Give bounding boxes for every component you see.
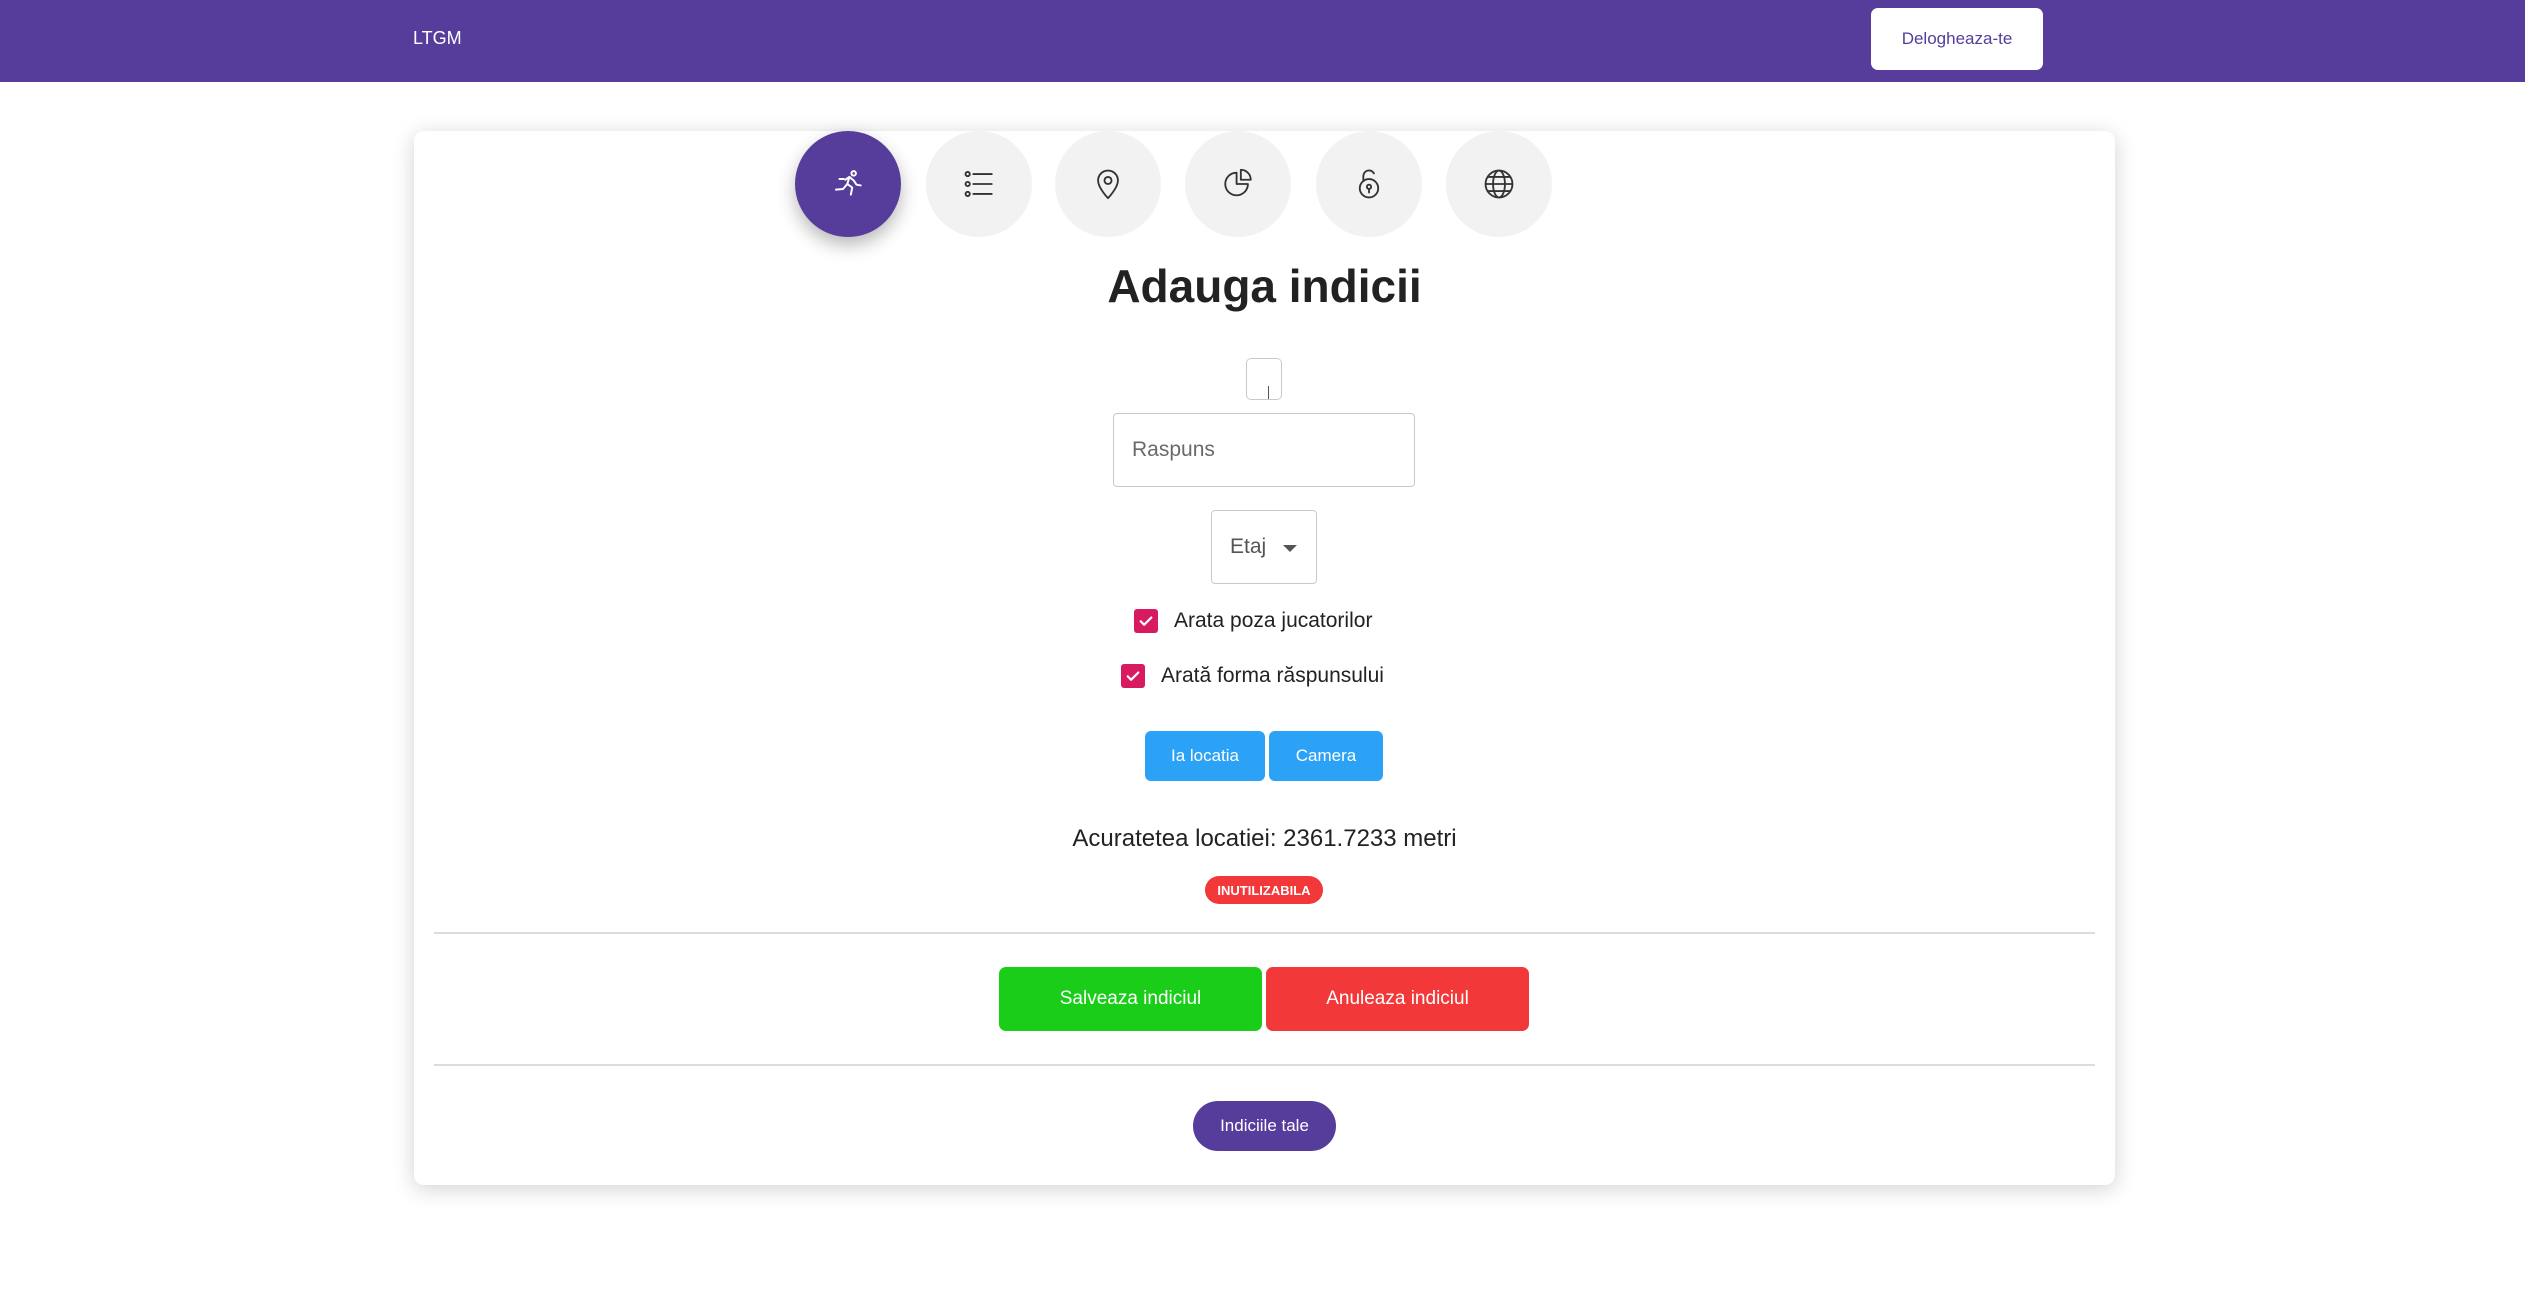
show-answer-form-option[interactable]: Arată forma răspunsului: [1121, 664, 1384, 688]
tab-unlock[interactable]: [1316, 131, 1422, 237]
checkmark-icon: [1139, 616, 1153, 626]
dropdown-arrow-icon: [1283, 545, 1297, 552]
tab-statistics[interactable]: [1185, 131, 1291, 237]
status-badge: INUTILIZABILA: [1205, 876, 1323, 904]
floor-select-label: Etaj: [1230, 535, 1267, 558]
map-pin-icon: [1097, 169, 1119, 200]
divider: [434, 1064, 2095, 1066]
floor-select[interactable]: Etaj: [1211, 510, 1317, 584]
location-accuracy-text: Acuratetea locatiei: 2361.7233 metri: [1072, 825, 1457, 852]
tab-global[interactable]: [1446, 131, 1552, 237]
top-navbar: LTGM Delogheaza-te: [0, 0, 2525, 82]
clue-photo-input[interactable]: [1246, 358, 1282, 400]
tab-locations[interactable]: [1055, 131, 1161, 237]
logout-button[interactable]: Delogheaza-te: [1871, 8, 2043, 70]
tab-add-clue[interactable]: [795, 131, 901, 237]
save-clue-button[interactable]: Salveaza indiciul: [999, 967, 1262, 1031]
add-clue-card: Adauga indicii Etaj Arata poza jucatoril…: [414, 131, 2115, 1185]
show-photo-label: Arata poza jucatorilor: [1174, 609, 1373, 632]
show-photo-checkbox[interactable]: [1134, 609, 1158, 633]
brand-logo[interactable]: LTGM: [413, 28, 462, 49]
camera-button[interactable]: Camera: [1269, 731, 1383, 781]
show-photo-option[interactable]: Arata poza jucatorilor: [1134, 609, 1372, 633]
tab-clue-list[interactable]: [926, 131, 1032, 237]
globe-icon: [1484, 169, 1514, 199]
divider: [434, 932, 2095, 934]
my-clues-button[interactable]: Indiciile tale: [1193, 1101, 1336, 1151]
list-icon: [964, 171, 993, 197]
page-title: Adauga indicii: [1107, 260, 1422, 312]
cancel-clue-button[interactable]: Anuleaza indiciul: [1266, 967, 1529, 1031]
running-person-icon: [834, 170, 862, 196]
section-tabs: [414, 131, 2115, 237]
show-answer-form-label: Arată forma răspunsului: [1161, 664, 1384, 687]
pie-chart-icon: [1224, 168, 1252, 197]
take-location-button[interactable]: Ia locatia: [1145, 731, 1265, 781]
answer-input[interactable]: [1113, 413, 1415, 487]
checkmark-icon: [1126, 671, 1140, 681]
unlock-icon: [1358, 169, 1380, 199]
show-answer-form-checkbox[interactable]: [1121, 664, 1145, 688]
text-caret: [1268, 386, 1269, 399]
